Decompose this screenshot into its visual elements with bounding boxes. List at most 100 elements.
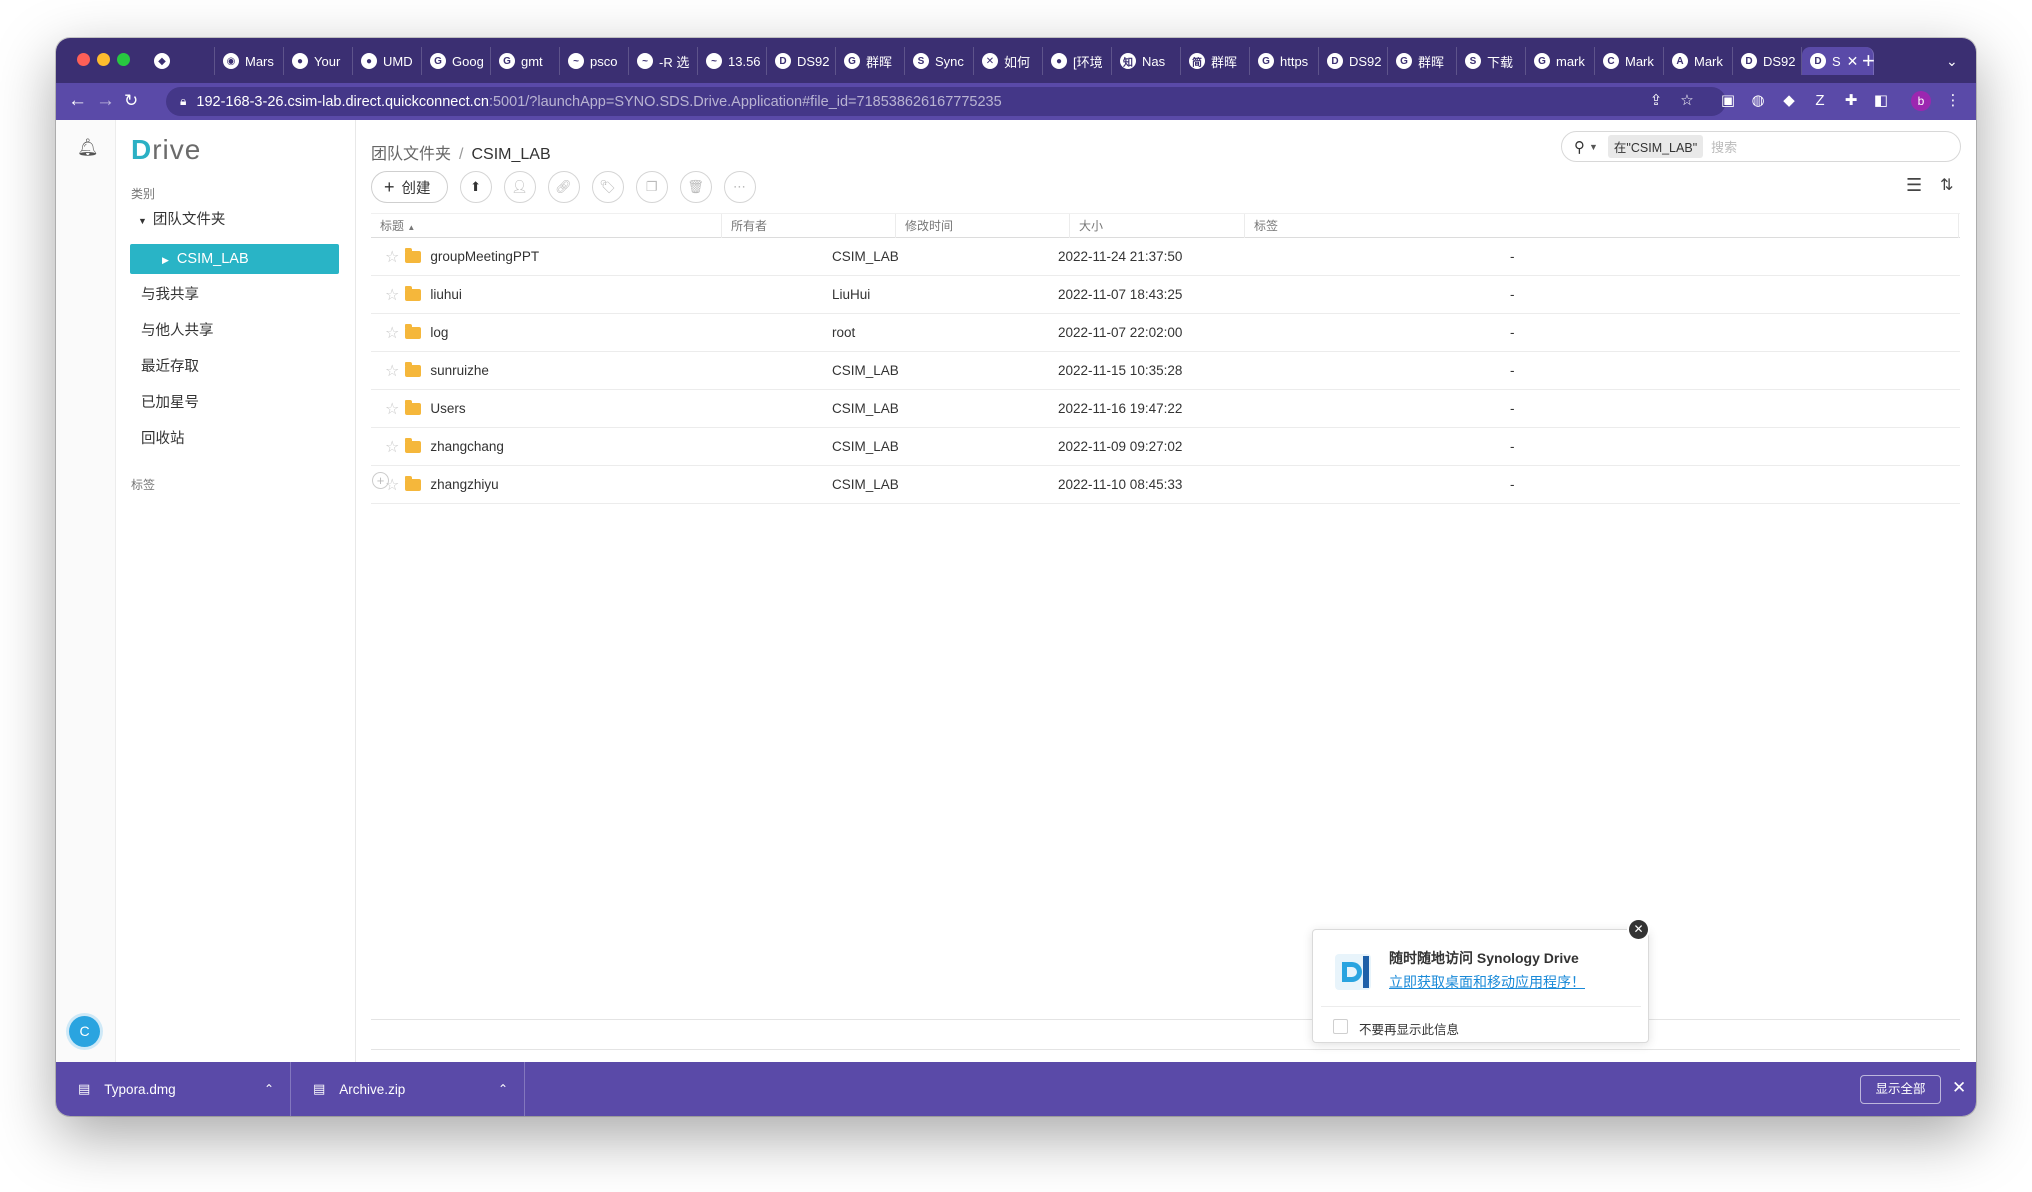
browser-tab[interactable]: C Mark bbox=[1595, 47, 1664, 75]
browser-tab[interactable]: D DS92 bbox=[1319, 47, 1388, 75]
browser-tab[interactable]: ~13.56 bbox=[698, 47, 767, 75]
forward-icon[interactable]: → bbox=[96, 90, 115, 112]
sidebar-item-shared-with-me[interactable]: 与我共享 bbox=[141, 283, 199, 304]
file-name[interactable]: Users bbox=[430, 401, 465, 416]
column-modified[interactable]: 修改时间 bbox=[896, 214, 1070, 238]
side-panel-icon[interactable]: ◧ bbox=[1872, 92, 1890, 110]
delete-icon[interactable]: 🗑︎ bbox=[679, 171, 712, 203]
star-icon[interactable]: ☆ bbox=[385, 285, 399, 305]
minimize-window-button[interactable] bbox=[97, 53, 110, 66]
browser-tab[interactable]: Ggmt bbox=[491, 47, 560, 75]
file-name[interactable]: sunruizhe bbox=[430, 363, 489, 378]
close-window-button[interactable] bbox=[77, 53, 90, 66]
address-bar[interactable]: 🔒︎ 192-168-3-26.csim-lab.direct.quickcon… bbox=[166, 87, 1726, 116]
extension-zotero-icon[interactable]: Z bbox=[1811, 92, 1829, 110]
browser-tab[interactable]: ● Your bbox=[284, 47, 353, 75]
notification-bell-icon[interactable]: 🔔︎ bbox=[77, 138, 99, 158]
browser-tab[interactable]: 简群晖 bbox=[1181, 47, 1250, 75]
browser-tab[interactable]: A Mark bbox=[1664, 47, 1733, 75]
table-row[interactable]: ☆ sunruizhe CSIM_LAB 2022-11-15 10:35:28 - bbox=[371, 352, 1960, 390]
browser-tab[interactable]: S 下载 bbox=[1457, 47, 1526, 75]
maximize-window-button[interactable] bbox=[117, 53, 130, 66]
search-box[interactable]: ⚲ ▼ 在"CSIM_LAB" 搜索 bbox=[1561, 131, 1961, 162]
star-icon[interactable]: ☆ bbox=[385, 475, 399, 495]
browser-tab[interactable]: ✕ 如何 bbox=[974, 47, 1043, 75]
column-menu-icon[interactable] bbox=[1959, 214, 1960, 238]
star-icon[interactable]: ☆ bbox=[385, 361, 399, 381]
browser-tab[interactable]: 知 Nas bbox=[1112, 47, 1181, 75]
extension-reader-icon[interactable]: ▣ bbox=[1719, 92, 1737, 110]
star-icon[interactable]: ☆ bbox=[385, 323, 399, 343]
back-icon[interactable]: ← bbox=[68, 90, 87, 112]
search-icon[interactable]: ⚲ bbox=[1574, 138, 1585, 156]
column-title[interactable]: 标题 ▲ bbox=[371, 214, 722, 238]
breadcrumb-team-folder[interactable]: 团队文件夹 bbox=[371, 146, 451, 163]
sidebar-item-starred[interactable]: 已加星号 bbox=[141, 391, 199, 412]
browser-tab[interactable]: ◉ Mars bbox=[215, 47, 284, 75]
file-name[interactable]: zhangzhiyu bbox=[430, 477, 498, 492]
column-owner[interactable]: 所有者 bbox=[722, 214, 896, 238]
chevron-up-icon[interactable]: ⌃ bbox=[264, 1082, 274, 1096]
star-icon[interactable]: ☆ bbox=[385, 399, 399, 419]
extensions-puzzle-icon[interactable]: ✚ bbox=[1842, 92, 1860, 110]
chevron-down-icon[interactable]: ▼ bbox=[1589, 142, 1598, 152]
browser-tab[interactable]: Gmark bbox=[1526, 47, 1595, 75]
tab-search-icon[interactable]: ⌄ bbox=[1946, 47, 1958, 75]
table-row[interactable]: ☆ liuhui LiuHui 2022-11-07 18:43:25 - bbox=[371, 276, 1960, 314]
browser-tab[interactable]: Ghttps bbox=[1250, 47, 1319, 75]
browser-tab[interactable]: ● [环境 bbox=[1043, 47, 1112, 75]
upload-icon[interactable]: ⬆ bbox=[459, 171, 492, 203]
browser-menu-icon[interactable]: ⋮ bbox=[1944, 92, 1962, 110]
extension-avatar-icon[interactable]: ◍ bbox=[1749, 92, 1767, 110]
create-button[interactable]: + 创建 bbox=[371, 171, 448, 203]
file-name[interactable]: zhangchang bbox=[430, 439, 504, 454]
dont-show-again-checkbox[interactable] bbox=[1333, 1019, 1348, 1034]
link-icon[interactable]: 🔗︎ bbox=[547, 171, 580, 203]
table-row[interactable]: ☆ Users CSIM_LAB 2022-11-16 19:47:22 - bbox=[371, 390, 1960, 428]
table-row[interactable]: ☆ zhangchang CSIM_LAB 2022-11-09 09:27:02 - bbox=[371, 428, 1960, 466]
column-tags[interactable]: 标签 bbox=[1245, 214, 1959, 238]
star-icon[interactable]: ☆ bbox=[385, 437, 399, 457]
file-name[interactable]: log bbox=[430, 325, 448, 340]
extension-diamond-icon[interactable]: ◆ bbox=[1780, 92, 1798, 110]
file-name[interactable]: groupMeetingPPT bbox=[430, 249, 539, 264]
browser-tab[interactable]: G 群晖 bbox=[836, 47, 905, 75]
popup-close-icon[interactable]: ✕ bbox=[1629, 920, 1648, 939]
browser-tab[interactable]: D DS92 bbox=[767, 47, 836, 75]
popup-download-link[interactable]: 立即获取桌面和移动应用程序！ bbox=[1389, 972, 1585, 992]
file-name[interactable]: liuhui bbox=[430, 287, 462, 302]
sidebar-item-recent[interactable]: 最近存取 bbox=[141, 355, 199, 376]
browser-tab[interactable]: D DS92 bbox=[1733, 47, 1802, 75]
sidebar-item-shared-with-others[interactable]: 与他人共享 bbox=[141, 319, 214, 340]
browser-tab[interactable]: S Sync bbox=[905, 47, 974, 75]
download-item[interactable]: ▤ Archive.zip ⌃ bbox=[291, 1062, 525, 1116]
more-icon[interactable]: ⋯ bbox=[723, 171, 756, 203]
table-row[interactable]: ☆ log root 2022-11-07 22:02:00 - bbox=[371, 314, 1960, 352]
download-item[interactable]: ▤ Typora.dmg ⌃ bbox=[56, 1062, 291, 1116]
show-all-button[interactable]: 显示全部 bbox=[1860, 1075, 1941, 1104]
browser-tab[interactable]: ~ psco bbox=[560, 47, 629, 75]
profile-avatar[interactable]: b bbox=[1911, 91, 1931, 111]
user-avatar[interactable]: C bbox=[69, 1016, 100, 1047]
sidebar-item-team-folder[interactable]: ▼ 团队文件夹 bbox=[138, 208, 225, 229]
browser-tab[interactable]: ~ -R 选 bbox=[629, 47, 698, 75]
list-view-icon[interactable]: ☰ bbox=[1906, 175, 1922, 196]
tag-icon[interactable]: 🏷︎ bbox=[591, 171, 624, 203]
share-user-icon[interactable]: 👤︎ bbox=[503, 171, 536, 203]
close-icon[interactable]: ✕ bbox=[1952, 1078, 1966, 1098]
bookmark-star-icon[interactable]: ☆ bbox=[1678, 92, 1696, 110]
copy-icon[interactable]: ❐ bbox=[635, 171, 668, 203]
browser-tab[interactable]: ● UMD bbox=[353, 47, 422, 75]
table-row[interactable]: ☆ zhangzhiyu CSIM_LAB 2022-11-10 08:45:33 - bbox=[371, 466, 1960, 504]
column-size[interactable]: 大小 bbox=[1070, 214, 1245, 238]
new-tab-button[interactable]: + bbox=[1862, 47, 1875, 75]
star-icon[interactable]: ☆ bbox=[385, 247, 399, 267]
sidebar-item-recycle-bin[interactable]: 回收站 bbox=[141, 427, 185, 448]
close-tab-icon[interactable]: ✕ bbox=[1847, 53, 1859, 70]
share-icon[interactable]: ⇪ bbox=[1647, 92, 1665, 110]
browser-tab[interactable]: G Goog bbox=[422, 47, 491, 75]
chevron-up-icon[interactable]: ⌃ bbox=[498, 1082, 508, 1096]
search-input[interactable]: 搜索 bbox=[1711, 137, 1737, 156]
sort-icon[interactable]: ⇅ bbox=[1940, 175, 1953, 195]
browser-tab[interactable]: ◆ bbox=[146, 47, 215, 75]
